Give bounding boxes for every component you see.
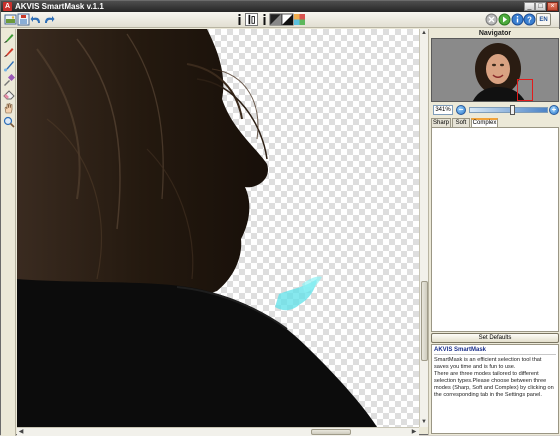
title-bar: A AKVIS SmartMask v.1.1 _ □ × [1,1,559,12]
svg-text:?: ? [527,15,532,24]
tool-palette [1,29,16,436]
tab-sharp[interactable]: Sharp [431,118,451,127]
eraser-icon [2,89,15,99]
zoom-controls: 341% − + [431,105,559,117]
eraser-tool[interactable] [2,87,15,100]
color-picker-icon [3,73,15,86]
settings-panel [431,127,559,332]
photo-hair-and-shoulder [17,29,377,427]
help-icon: ? [523,13,536,26]
navigator-preview[interactable] [431,38,559,102]
zoom-icon [3,116,15,128]
app-window: A AKVIS SmartMask v.1.1 _ □ × ? EN ▲ ▼ ◀… [0,0,560,436]
language-selector[interactable]: EN [536,13,551,26]
image-canvas[interactable] [17,29,419,427]
zoom-out-button[interactable]: − [456,105,466,115]
brush-icon [3,60,14,71]
help-text: SmartMask is an efficient selection tool… [434,357,554,398]
help-panel: AKVIS SmartMask SmartMask is an efficien… [431,344,559,434]
vertical-scroll-thumb[interactable] [421,281,428,361]
save-image-icon [17,13,30,26]
drop-pencil-tool[interactable] [2,45,15,58]
keep-pencil-tool[interactable] [2,31,15,44]
zoom-value-field[interactable]: 341% [433,105,453,115]
color-picker-tool[interactable] [2,73,15,86]
navigator-thumbnail [432,39,558,101]
redo-button[interactable] [42,13,55,26]
right-panel: Navigator 341% − + Sharp Soft Complex Se… [428,29,560,435]
transparency-icon [294,14,305,25]
close-button[interactable]: × [547,2,558,11]
cancel-icon [485,13,498,26]
tab-complex[interactable]: Complex [471,118,498,127]
run-icon [498,13,511,26]
akvis-logo-icon: A [3,2,12,11]
set-defaults-button[interactable]: Set Defaults [431,333,559,343]
help-title: AKVIS SmartMask [434,346,556,355]
open-image-button[interactable] [4,13,17,26]
navigator-title: Navigator [478,30,512,37]
navigator-view-marker[interactable] [517,79,533,101]
scroll-up-arrow-icon[interactable]: ▲ [420,29,428,37]
hand-icon [4,102,12,113]
scroll-down-arrow-icon[interactable]: ▼ [420,418,428,426]
save-image-button[interactable] [17,13,30,26]
keep-pencil-icon [3,33,13,43]
vertical-scrollbar[interactable]: ▲ ▼ [419,29,428,427]
selection-brush-icon [248,14,255,25]
drop-pencil-icon [3,47,13,57]
zoom-out-icon: − [458,105,464,114]
redo-icon [45,16,55,23]
zoom-slider-knob[interactable] [510,105,515,115]
zoom-slider[interactable] [469,105,548,115]
zoom-in-button[interactable]: + [549,105,559,115]
minimize-button[interactable]: _ [524,2,535,11]
transparency-button[interactable] [293,13,306,26]
horizontal-scroll-thumb[interactable] [311,429,351,435]
main-toolbar: ? EN [1,12,559,28]
zoom-tool[interactable] [2,115,15,128]
maximize-button[interactable]: □ [535,2,546,11]
run-button[interactable] [498,13,511,26]
zoom-in-icon: + [551,105,557,114]
selection-brush-button[interactable] [245,13,258,26]
window-title: AKVIS SmartMask v.1.1 [15,2,104,11]
cancel-button[interactable] [485,13,498,26]
brush-tool[interactable] [2,59,15,72]
mode-tabs: Sharp Soft Complex [431,118,559,127]
tab-soft[interactable]: Soft [452,118,470,127]
open-image-icon [4,14,17,25]
help-button[interactable]: ? [523,13,536,26]
hand-tool[interactable] [2,101,15,114]
